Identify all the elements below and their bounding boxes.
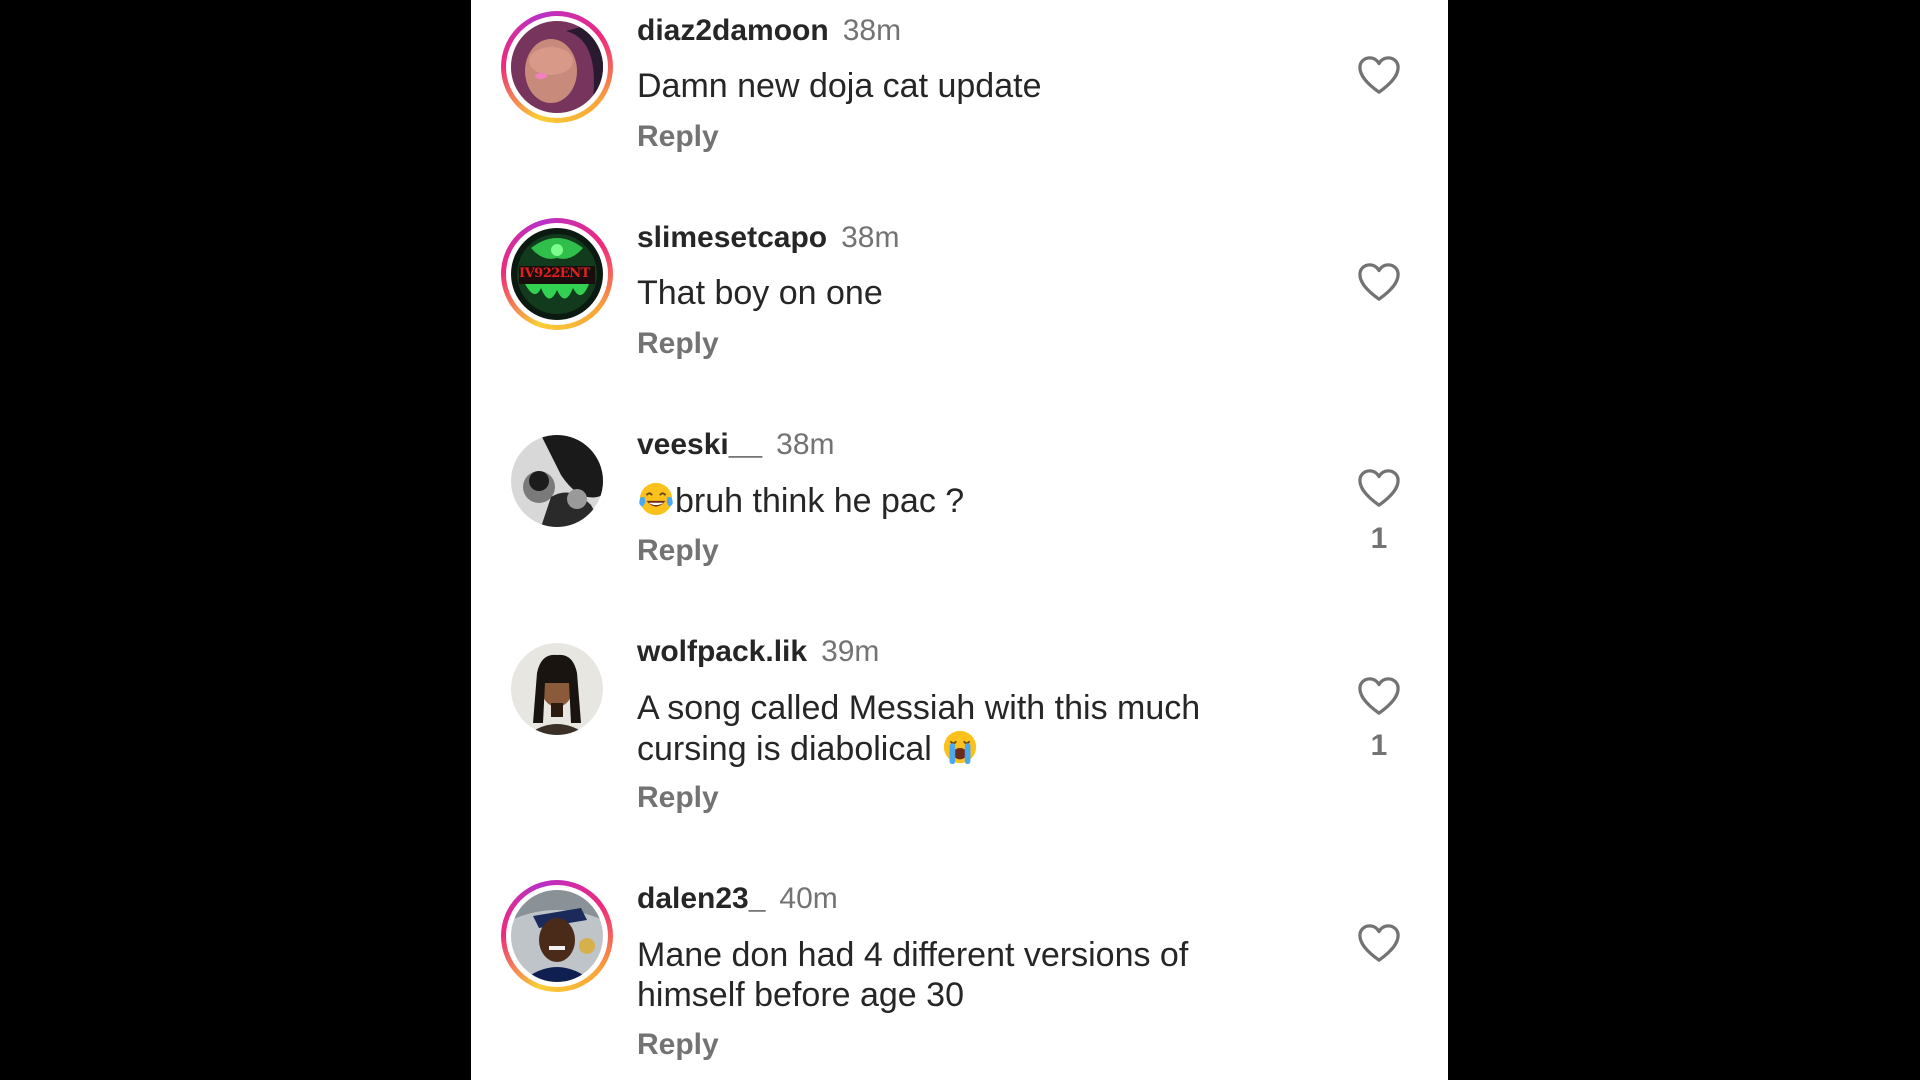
loudly-crying-face-icon (944, 730, 977, 765)
face-with-tears-of-joy-icon (639, 482, 673, 516)
comment-text-body: A song called Messiah with this much cur… (637, 689, 1201, 768)
heart-outline-icon[interactable] (1356, 922, 1402, 964)
timestamp: 39m (821, 635, 880, 668)
username[interactable]: dalen23_ (637, 882, 765, 915)
comment-text: Damn new doja cat update (637, 67, 1042, 105)
avatar[interactable] (511, 21, 603, 113)
comment-text: bruh think he pac ? (637, 480, 1277, 521)
heart-outline-icon[interactable] (1356, 54, 1402, 96)
avatar-image (511, 890, 603, 982)
reply-button[interactable]: Reply (637, 781, 719, 815)
username[interactable]: diaz2damoon (637, 14, 829, 47)
reply-button[interactable]: Reply (637, 120, 719, 154)
avatar[interactable]: IV922ENT (511, 228, 603, 320)
comments-panel: diaz2damoon 38m Damn new doja cat update … (471, 0, 1448, 1080)
avatar[interactable] (511, 643, 603, 735)
comment-text: Mane don had 4 different versions of him… (637, 936, 1189, 1014)
avatar[interactable] (511, 890, 603, 982)
avatar-image (511, 643, 603, 735)
avatar-image (511, 21, 603, 113)
reply-button[interactable]: Reply (637, 534, 719, 568)
comment-text: That boy on one (637, 274, 883, 312)
like-count: 1 (1370, 729, 1388, 762)
timestamp: 38m (841, 221, 900, 254)
heart-outline-icon[interactable] (1356, 675, 1402, 717)
username[interactable]: slimesetcapo (637, 221, 827, 254)
username[interactable]: veeski__ (637, 428, 762, 461)
story-ring[interactable] (501, 11, 613, 123)
avatar-logo-text: IV922ENT (519, 266, 590, 281)
story-ring[interactable] (501, 880, 613, 992)
heart-outline-icon[interactable] (1356, 467, 1402, 509)
comment-text: A song called Messiah with this much cur… (637, 688, 1277, 769)
avatar-image (511, 435, 603, 527)
heart-outline-icon[interactable] (1356, 261, 1402, 303)
like-count: 1 (1370, 522, 1388, 555)
timestamp: 38m (842, 14, 902, 47)
timestamp: 40m (779, 882, 838, 915)
reply-button[interactable]: Reply (637, 1028, 719, 1062)
story-ring[interactable]: IV922ENT (501, 218, 613, 330)
comment-text-body: bruh think he pac ? (675, 482, 965, 520)
username[interactable]: wolfpack.lik (637, 635, 807, 668)
avatar[interactable] (511, 435, 603, 527)
timestamp: 38m (776, 428, 835, 461)
reply-button[interactable]: Reply (637, 327, 719, 361)
